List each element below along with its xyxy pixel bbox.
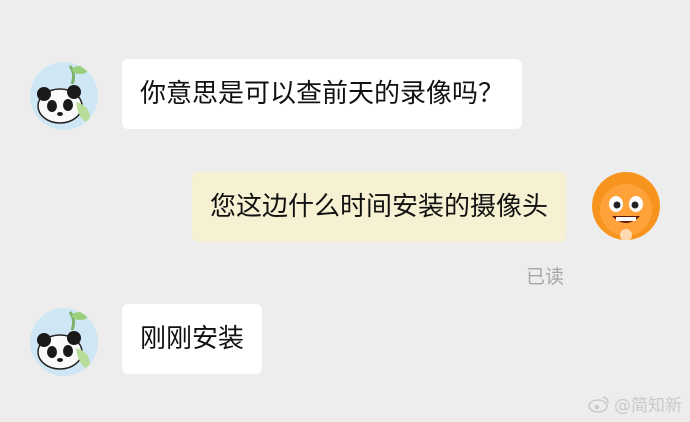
contact-avatar[interactable]: [30, 62, 98, 130]
watermark-text: @简知新: [614, 396, 682, 416]
orange-mascot-avatar-icon: [592, 172, 660, 240]
contact-avatar[interactable]: [30, 308, 98, 376]
message-bubble-incoming[interactable]: 刚刚安装: [122, 304, 263, 374]
panda-avatar-icon: [30, 308, 98, 376]
message-bubble-outgoing[interactable]: 您这边什么时间安装的摄像头: [191, 172, 566, 242]
panda-avatar-icon: [30, 62, 98, 130]
read-status: 已读: [525, 266, 564, 288]
weibo-logo-icon: [588, 395, 609, 413]
message-bubble-incoming[interactable]: 你意思是可以查前天的录像吗？: [122, 59, 523, 129]
watermark: @简知新: [588, 391, 682, 416]
my-avatar[interactable]: [592, 172, 660, 240]
